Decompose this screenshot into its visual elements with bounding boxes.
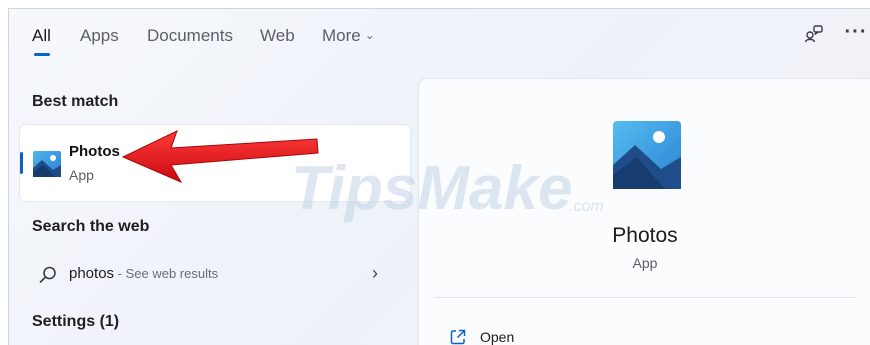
detail-divider [435, 297, 857, 298]
settings-heading: Settings (1) [32, 313, 120, 330]
web-results-hint: - See web results [114, 266, 219, 281]
web-query-text: photos [69, 265, 115, 282]
chevron-right-icon[interactable]: › [372, 263, 378, 284]
red-annotation-arrow [121, 130, 319, 184]
open-external-icon [450, 329, 466, 345]
open-app-button[interactable]: Open [449, 325, 514, 345]
search-web-heading: Search the web [32, 218, 150, 235]
people-switch-icon[interactable] [801, 21, 827, 47]
search-filter-tabs: All Apps Documents Web More ⌄ ··· [9, 9, 870, 69]
watermark-suffix: .com [569, 198, 604, 215]
chevron-down-icon: ⌄ [364, 28, 375, 42]
best-match-heading: Best match [32, 93, 119, 110]
active-tab-indicator [34, 53, 50, 56]
search-window: All Apps Documents Web More ⌄ ··· Best ma… [8, 8, 870, 345]
web-search-result[interactable]: photos - See web results › [20, 259, 410, 291]
tab-web[interactable]: Web [260, 26, 295, 46]
tab-apps[interactable]: Apps [80, 26, 119, 46]
photos-app-icon-large [613, 121, 681, 189]
best-match-app-name: Photos [69, 143, 120, 160]
best-match-app-type: App [69, 167, 94, 183]
tipsmake-watermark: TipsMake .com [291, 154, 604, 223]
watermark-text: TipsMake [291, 154, 572, 223]
tab-more-label: More [322, 26, 361, 45]
selection-accent-bar [20, 152, 23, 174]
photos-app-icon [33, 151, 61, 177]
detail-app-type: App [632, 255, 658, 271]
web-search-query: photos - See web results [69, 265, 218, 282]
tab-all[interactable]: All [32, 26, 51, 46]
tab-more[interactable]: More ⌄ [322, 26, 375, 46]
ellipsis-icon[interactable]: ··· [843, 19, 869, 45]
open-action-label: Open [480, 329, 515, 345]
tab-documents[interactable]: Documents [147, 26, 233, 46]
search-icon [39, 266, 56, 284]
